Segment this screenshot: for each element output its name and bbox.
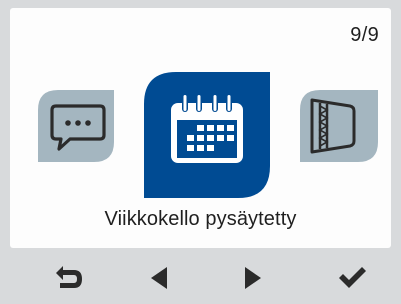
calendar-tile — [144, 72, 270, 198]
triangle-right-icon — [245, 267, 261, 289]
chat-bubble-tile — [38, 90, 114, 162]
filter-tile — [300, 90, 378, 162]
back-button[interactable] — [49, 258, 89, 298]
previous-button[interactable] — [139, 258, 179, 298]
triangle-left-icon — [151, 267, 167, 289]
calendar-icon — [171, 95, 243, 163]
menu-item-messages[interactable] — [38, 90, 114, 162]
page-indicator: 9/9 — [350, 24, 379, 46]
menu-item-week-clock[interactable] — [144, 72, 270, 198]
selected-mode-label: Viikkokello pysäytetty — [104, 208, 297, 230]
menu-item-filter[interactable] — [300, 90, 378, 162]
confirm-button[interactable] — [332, 258, 372, 298]
device-screen: 9/9 Viikkokello pysäytetty — [0, 0, 401, 304]
back-arrow-icon — [56, 266, 82, 288]
checkmark-icon — [339, 267, 366, 288]
next-button[interactable] — [233, 258, 273, 298]
